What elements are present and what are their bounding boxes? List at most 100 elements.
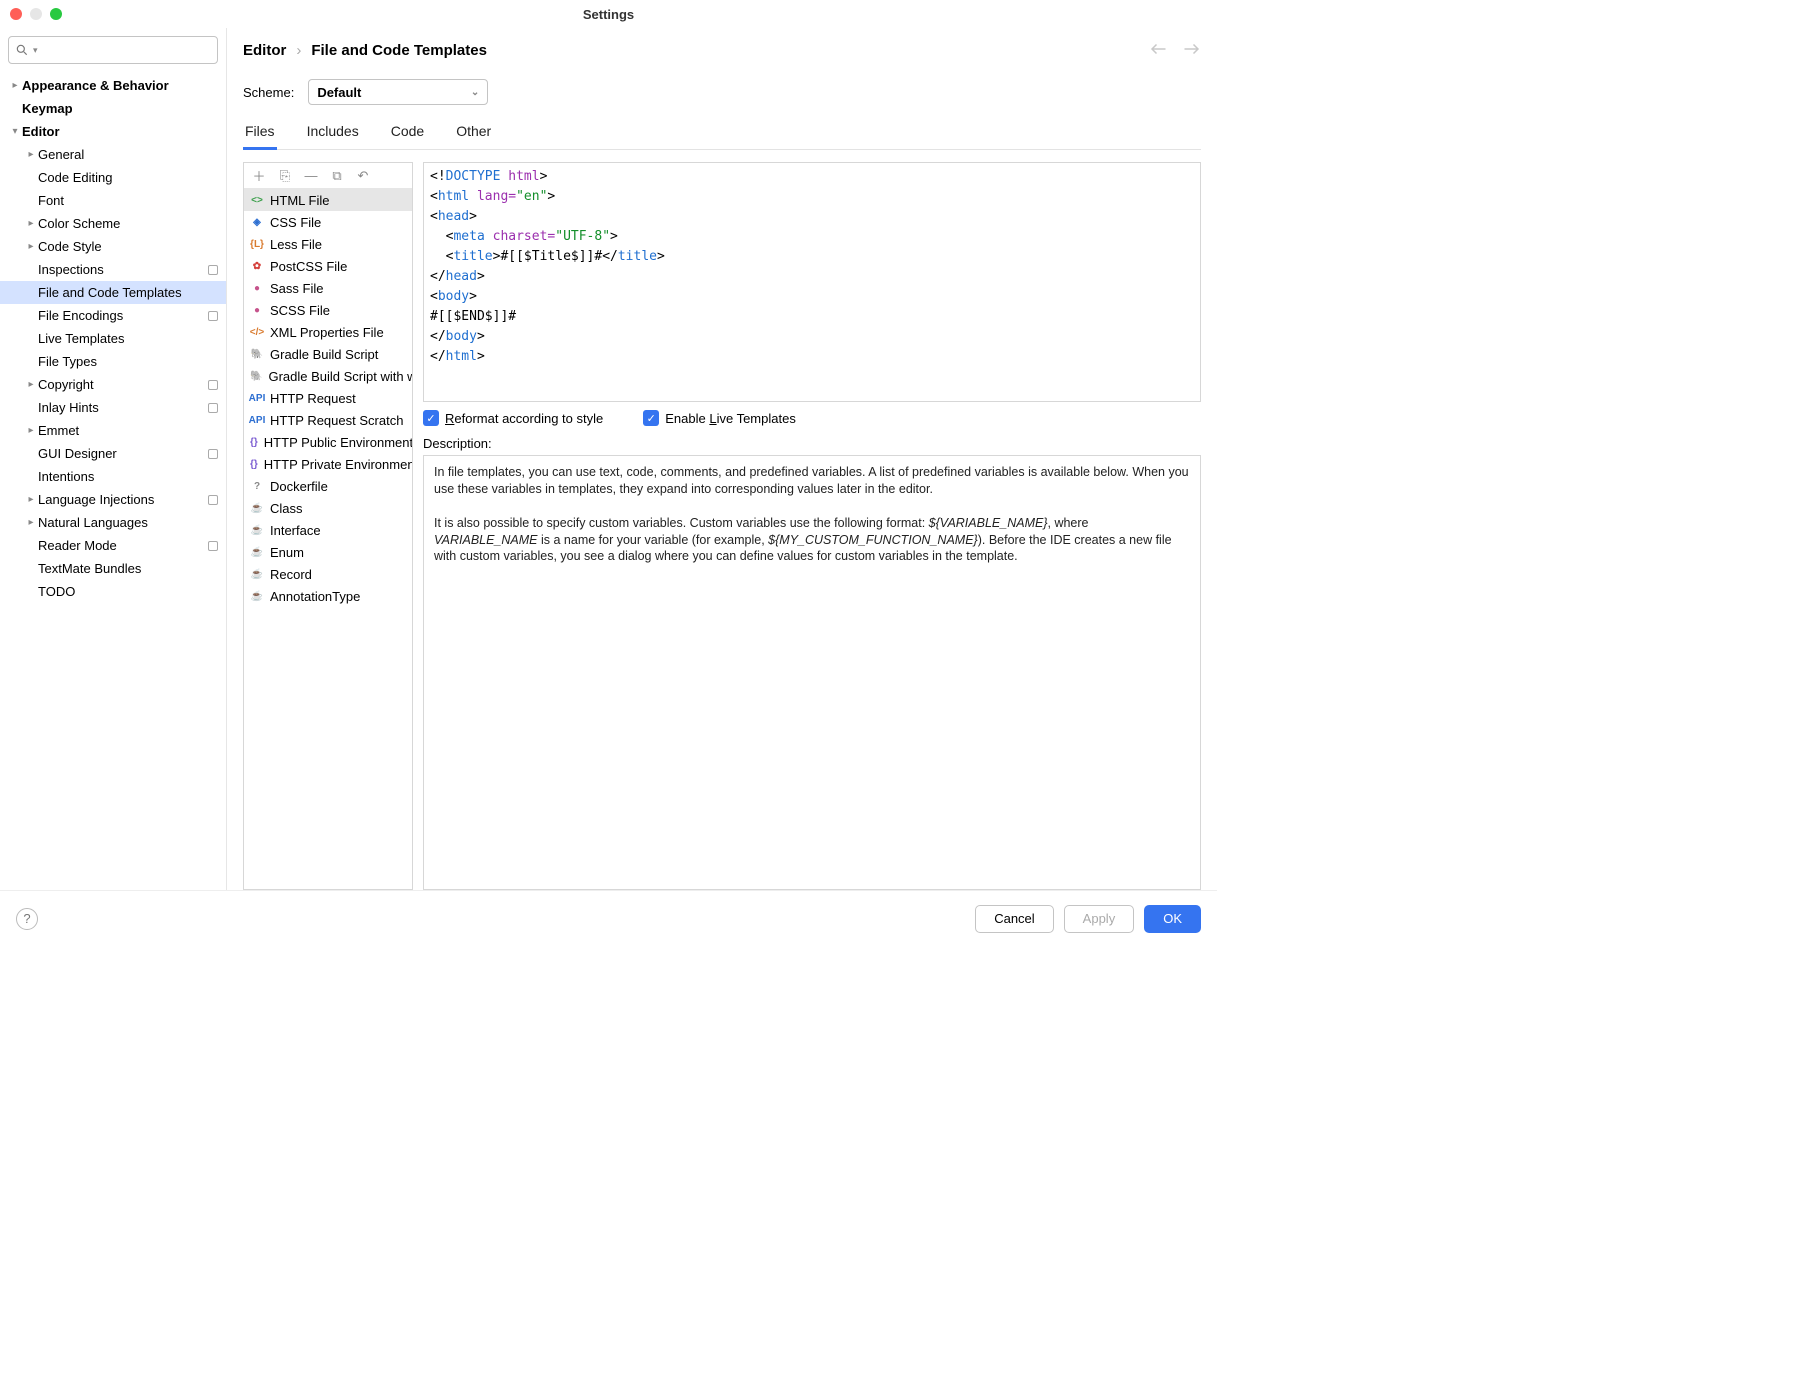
template-item[interactable]: APIHTTP Request <box>244 387 412 409</box>
sidebar-item-textmate-bundles[interactable]: TextMate Bundles <box>0 557 226 580</box>
scheme-select[interactable]: Default ⌄ <box>308 79 488 105</box>
postcss-icon: ✿ <box>250 259 264 273</box>
sidebar-item-editor[interactable]: ▾Editor <box>0 120 226 143</box>
breadcrumb-current: File and Code Templates <box>311 42 487 59</box>
template-item[interactable]: ☕AnnotationType <box>244 585 412 607</box>
sidebar-item-label: File and Code Templates <box>38 285 220 300</box>
sidebar-item-file-and-code-templates[interactable]: File and Code Templates <box>0 281 226 304</box>
gradle-icon: 🐘 <box>250 347 264 361</box>
sidebar-item-inlay-hints[interactable]: Inlay Hints <box>0 396 226 419</box>
template-item-label: HTTP Private Environment File <box>264 457 412 472</box>
template-item-label: Class <box>270 501 303 516</box>
nav-back-icon[interactable] <box>1149 42 1167 59</box>
template-item-label: XML Properties File <box>270 325 384 340</box>
tab-files[interactable]: Files <box>243 123 277 150</box>
sidebar-item-label: Emmet <box>38 423 220 438</box>
description-p2: It is also possible to specify custom va… <box>434 515 1190 566</box>
live-templates-checkbox[interactable]: ✓ Enable Live Templates <box>643 410 796 426</box>
sidebar-item-gui-designer[interactable]: GUI Designer <box>0 442 226 465</box>
sidebar-item-language-injections[interactable]: ▸Language Injections <box>0 488 226 511</box>
template-item[interactable]: ?Dockerfile <box>244 475 412 497</box>
sidebar-item-font[interactable]: Font <box>0 189 226 212</box>
tab-other[interactable]: Other <box>454 123 493 149</box>
sidebar-item-label: Appearance & Behavior <box>22 78 220 93</box>
template-item-label: AnnotationType <box>270 589 360 604</box>
chevron-right-icon: ▸ <box>24 379 38 390</box>
sidebar-item-file-encodings[interactable]: File Encodings <box>0 304 226 327</box>
search-dropdown-icon[interactable]: ▾ <box>33 45 38 56</box>
sidebar-item-color-scheme[interactable]: ▸Color Scheme <box>0 212 226 235</box>
sidebar-item-code-editing[interactable]: Code Editing <box>0 166 226 189</box>
template-item[interactable]: ☕Record <box>244 563 412 585</box>
chevron-right-icon: ▸ <box>24 218 38 229</box>
search-input[interactable]: ▾ <box>8 36 218 64</box>
sidebar-item-label: Live Templates <box>38 331 220 346</box>
template-item[interactable]: </>XML Properties File <box>244 321 412 343</box>
copy-template-icon[interactable]: ⎘ <box>278 169 292 183</box>
project-scope-badge-icon <box>208 380 218 390</box>
sidebar-item-todo[interactable]: TODO <box>0 580 226 603</box>
chevron-right-icon: ▸ <box>8 80 22 91</box>
sidebar-item-copyright[interactable]: ▸Copyright <box>0 373 226 396</box>
tab-code[interactable]: Code <box>389 123 426 149</box>
sidebar-item-reader-mode[interactable]: Reader Mode <box>0 534 226 557</box>
sidebar-item-intentions[interactable]: Intentions <box>0 465 226 488</box>
sidebar-item-label: Language Injections <box>38 492 208 507</box>
template-item[interactable]: {L}Less File <box>244 233 412 255</box>
titlebar: Settings <box>0 0 1217 28</box>
html-icon: <> <box>250 193 264 207</box>
template-item[interactable]: 🐘 Gradle Build Script <box>244 343 412 365</box>
sidebar-item-inspections[interactable]: Inspections <box>0 258 226 281</box>
scss-icon: ● <box>250 303 264 317</box>
template-item[interactable]: <>HTML File <box>244 189 412 211</box>
sidebar-item-file-types[interactable]: File Types <box>0 350 226 373</box>
template-item[interactable]: ✿PostCSS File <box>244 255 412 277</box>
ok-button[interactable]: OK <box>1144 905 1201 933</box>
template-item[interactable]: {}HTTP Public Environment File <box>244 431 412 453</box>
undo-icon[interactable]: ↶ <box>356 169 370 183</box>
sidebar-item-natural-languages[interactable]: ▸Natural Languages <box>0 511 226 534</box>
template-item-label: Less File <box>270 237 322 252</box>
sidebar-item-keymap[interactable]: Keymap <box>0 97 226 120</box>
footer: ? Cancel Apply OK <box>0 890 1217 946</box>
template-editor[interactable]: <!DOCTYPE html><html lang="en"><head> <m… <box>423 162 1201 402</box>
template-item-label: CSS File <box>270 215 321 230</box>
template-item-label: Gradle Build Script <box>270 347 378 362</box>
template-item[interactable]: ●Sass File <box>244 277 412 299</box>
chevron-right-icon: ▸ <box>24 494 38 505</box>
template-item[interactable]: APIHTTP Request Scratch <box>244 409 412 431</box>
add-template-icon[interactable]: ＋ <box>252 169 266 183</box>
remove-template-icon[interactable]: — <box>304 169 318 183</box>
reformat-checkbox[interactable]: ✓ Reformat according to style <box>423 410 603 426</box>
sidebar-item-appearance-behavior[interactable]: ▸Appearance & Behavior <box>0 74 226 97</box>
template-item-label: SCSS File <box>270 303 330 318</box>
template-item[interactable]: 🐘Gradle Build Script with wrapper <box>244 365 412 387</box>
help-icon[interactable]: ? <box>16 908 38 930</box>
apply-button[interactable]: Apply <box>1064 905 1135 933</box>
template-item[interactable]: ☕Enum <box>244 541 412 563</box>
java-icon: ☕ <box>250 567 264 581</box>
cancel-button[interactable]: Cancel <box>975 905 1053 933</box>
sidebar-item-code-style[interactable]: ▸Code Style <box>0 235 226 258</box>
sidebar-item-live-templates[interactable]: Live Templates <box>0 327 226 350</box>
chevron-right-icon: ▸ <box>24 149 38 160</box>
template-item[interactable]: ● SCSS File <box>244 299 412 321</box>
close-window-icon[interactable] <box>10 8 22 20</box>
nav-forward-icon[interactable] <box>1183 42 1201 59</box>
sidebar-item-general[interactable]: ▸General <box>0 143 226 166</box>
project-scope-badge-icon <box>208 311 218 321</box>
minimize-window-icon[interactable] <box>30 8 42 20</box>
template-item-label: Sass File <box>270 281 323 296</box>
duplicate-icon[interactable]: ⧉ <box>330 169 344 183</box>
template-item[interactable]: ☕Class <box>244 497 412 519</box>
zoom-window-icon[interactable] <box>50 8 62 20</box>
template-item[interactable]: ☕Interface <box>244 519 412 541</box>
breadcrumb-root[interactable]: Editor <box>243 42 286 59</box>
template-list: <>HTML File◈CSS File{L}Less File✿PostCSS… <box>244 189 412 889</box>
template-item[interactable]: {}HTTP Private Environment File <box>244 453 412 475</box>
sidebar-item-emmet[interactable]: ▸Emmet <box>0 419 226 442</box>
project-scope-badge-icon <box>208 403 218 413</box>
sidebar-item-label: Copyright <box>38 377 208 392</box>
template-item[interactable]: ◈CSS File <box>244 211 412 233</box>
tab-includes[interactable]: Includes <box>305 123 361 149</box>
